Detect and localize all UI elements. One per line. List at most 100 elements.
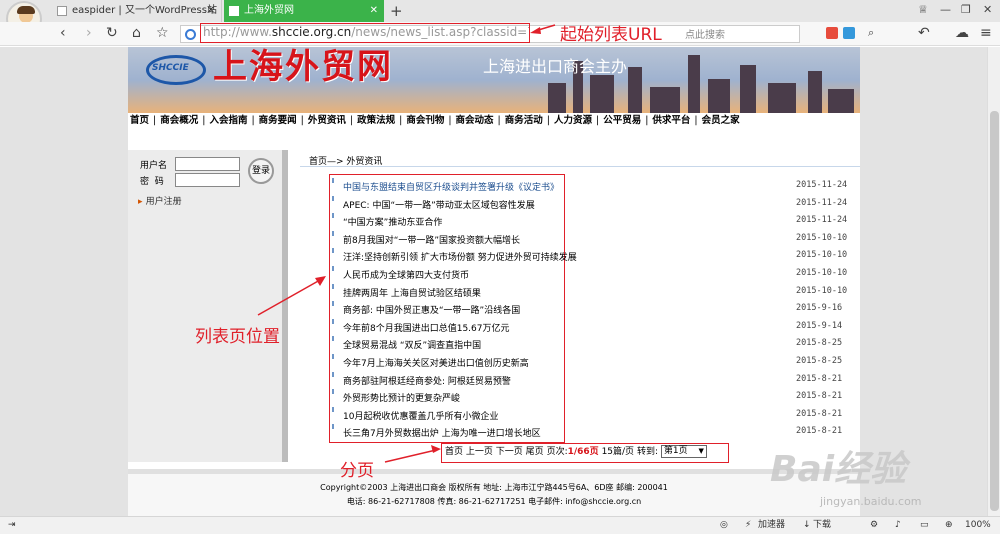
nav-item[interactable]: 商务要闻 — [259, 114, 297, 127]
news-item-date: 2015-9-16 — [796, 303, 843, 314]
site-subtitle: 上海进出口商会主办 — [483, 57, 628, 76]
accelerator-icon[interactable]: ⚡ — [745, 517, 751, 534]
news-item-title[interactable]: 商务部驻阿根廷经商参处: 阿根廷贸易预警 — [332, 371, 511, 387]
news-item-title[interactable]: 前8月我国对“一带一路”国家投资额大幅增长 — [331, 230, 520, 246]
reload-icon[interactable]: ↻ — [106, 25, 118, 41]
url-annotation: 起始列表URL — [560, 25, 662, 45]
tab-easpider[interactable]: easpider | 又一个WordPress站 ✕ — [52, 0, 222, 22]
tab-label: easpider | 又一个WordPress站 — [72, 5, 217, 16]
page-total: /66页 — [573, 447, 599, 457]
nav-item[interactable]: 商会刊物 — [406, 114, 444, 127]
nav-separator: | — [546, 115, 550, 126]
close-window-icon[interactable]: ✕ — [983, 3, 992, 16]
per-page: 15篇/页 — [601, 447, 635, 457]
password-field[interactable] — [175, 173, 240, 187]
close-icon[interactable]: ✕ — [370, 0, 378, 22]
url-text[interactable]: http://www.shccie.org.cn/news/news_list.… — [200, 23, 530, 43]
username-field[interactable] — [175, 157, 240, 171]
skin-icon[interactable]: ♕ — [918, 3, 928, 16]
tab-shanghai-trade[interactable]: 上海外贸网 ✕ — [224, 0, 384, 22]
news-item-date: 2015-8-21 — [796, 373, 843, 384]
nav-separator: | — [300, 115, 304, 126]
zoom-icon[interactable]: ⊕ — [945, 517, 953, 534]
page-select[interactable]: 第1页 — [660, 445, 707, 458]
register-link[interactable]: ▸ 用户注册 — [138, 194, 182, 207]
nav-item[interactable]: 商会动态 — [456, 114, 494, 127]
new-tab-button[interactable]: + — [390, 0, 403, 22]
speed-icon[interactable]: ◎ — [720, 517, 728, 534]
settings-icon[interactable]: ⚙ — [870, 517, 878, 534]
nav-item[interactable]: 公平贸易 — [603, 114, 641, 127]
site-footer: Copyright©2003 上海进出口商会 版权所有 地址: 上海市江宁路44… — [128, 469, 860, 516]
last-page-link[interactable]: 尾页 — [526, 447, 544, 457]
nav-item[interactable]: 会员之家 — [702, 114, 740, 127]
nav-separator: | — [399, 115, 403, 126]
pager-annotation: 分页 — [340, 461, 374, 481]
maximize-icon[interactable]: ❐ — [961, 3, 971, 16]
news-item-date: 2015-8-25 — [796, 356, 843, 366]
cloud-icon[interactable]: ☁ — [955, 25, 969, 41]
search-placeholder[interactable]: 点此搜索 — [685, 26, 725, 41]
nav-item[interactable]: 首页 — [130, 114, 149, 127]
page-icon — [229, 6, 239, 16]
next-page-link[interactable]: 下一页 — [496, 447, 523, 457]
menu-icon[interactable]: ≡ — [980, 25, 992, 41]
image-icon[interactable]: ▭ — [920, 517, 929, 534]
news-item-title[interactable]: 汪洋:坚持创新引领 扩大市场份额 努力促进外贸可持续发展 — [332, 248, 577, 263]
status-bar: ⇥ ◎ ⚡ 加速器 ↓ 下载 ⚙ ♪ ▭ ⊕ 100% — [0, 516, 1000, 534]
first-page-link[interactable]: 首页 — [445, 447, 463, 457]
news-item-date: 2015-10-10 — [796, 232, 848, 243]
nav-item[interactable]: 供求平台 — [652, 114, 690, 127]
news-item-title[interactable]: 全球贸易混战 “双反”调查直指中国 — [331, 336, 481, 351]
extension-icon[interactable] — [826, 27, 838, 39]
back-icon[interactable]: ‹ — [60, 25, 66, 41]
tab-label: 上海外贸网 — [244, 5, 294, 16]
login-button[interactable]: 登录 — [248, 158, 274, 184]
nav-item[interactable]: 商会概况 — [160, 114, 198, 127]
news-item-title[interactable]: 外贸形势比预计的更复杂严峻 — [331, 389, 460, 404]
news-item-title[interactable]: 商务部: 中国外贸正惠及“一带一路”沿线各国 — [331, 301, 520, 316]
news-item-title[interactable]: 今年前8个月我国进出口总值15.67万亿元 — [332, 318, 510, 334]
site-banner: SHCCIE 上海外贸网 上海进出口商会主办 — [128, 47, 860, 113]
news-item-title[interactable]: 今年7月上海海关关区对美进出口值创历史新高 — [332, 354, 529, 369]
news-item-date: 2015-8-21 — [796, 391, 843, 402]
volume-icon[interactable]: ♪ — [895, 517, 901, 534]
news-item-date: 2015-8-21 — [796, 426, 843, 437]
news-item-date: 2015-11-24 — [796, 197, 848, 208]
news-item-date: 2015-10-10 — [796, 285, 848, 296]
news-item-title[interactable]: 人民币成为全球第四大支付货币 — [331, 266, 469, 281]
search-icon[interactable]: ⌕ — [868, 25, 874, 41]
scroll-thumb[interactable] — [990, 111, 999, 511]
undo-icon[interactable]: ↶ — [918, 25, 930, 41]
website: SHCCIE 上海外贸网 上海进出口商会主办 首页 | 商会概况 | 入会指南 | 商务要闻… — [128, 47, 860, 516]
news-item-title[interactable]: 中国与东盟结束自贸区升级谈判并签署升级《议定书》 — [331, 178, 559, 193]
nav-item[interactable]: 政策法规 — [357, 114, 395, 127]
nav-item[interactable]: 入会指南 — [209, 114, 247, 127]
sidebar-toggle-icon[interactable]: ⇥ — [8, 517, 16, 534]
news-item-title[interactable]: APEC: 中国“一带一路”带动亚太区域包容性发展 — [332, 195, 535, 211]
download-icon[interactable]: ↓ — [803, 517, 811, 534]
news-item-title[interactable]: 长三角7月外贸数据出炉 上海为唯一进口增长地区 — [332, 424, 541, 439]
news-item-title[interactable]: “中国方案”推动东亚合作 — [331, 213, 442, 228]
news-item-title[interactable]: 10月起税收优惠覆盖几乎所有小微企业 — [331, 406, 498, 422]
login-panel: 用户名 密 码 登录 ▸ 用户注册 — [128, 150, 288, 462]
news-item-date: 2015-11-24 — [796, 215, 848, 226]
download-label[interactable]: 下载 — [813, 517, 831, 534]
site-logo[interactable]: SHCCIE — [146, 55, 206, 89]
star-icon[interactable]: ☆ — [156, 25, 169, 41]
nav-separator: | — [694, 115, 698, 126]
accelerator-label[interactable]: 加速器 — [758, 517, 785, 534]
prev-page-link[interactable]: 上一页 — [466, 447, 493, 457]
news-item-title[interactable]: 挂牌两周年 上海自贸试验区结硕果 — [332, 283, 481, 299]
forward-icon[interactable]: › — [86, 25, 92, 41]
nav-item[interactable]: 外贸资讯 — [308, 114, 346, 127]
zoom-level[interactable]: 100% — [965, 517, 991, 534]
extension-icon[interactable] — [843, 27, 855, 39]
scrollbar[interactable] — [987, 47, 1000, 516]
nav-item[interactable]: 商务活动 — [505, 114, 543, 127]
nav-item[interactable]: 人力资源 — [554, 114, 592, 127]
close-icon[interactable]: ✕ — [207, 0, 215, 22]
home-icon[interactable]: ⌂ — [132, 25, 141, 41]
minimize-icon[interactable]: — — [940, 3, 951, 16]
news-item-date: 2015-10-10 — [796, 268, 848, 278]
